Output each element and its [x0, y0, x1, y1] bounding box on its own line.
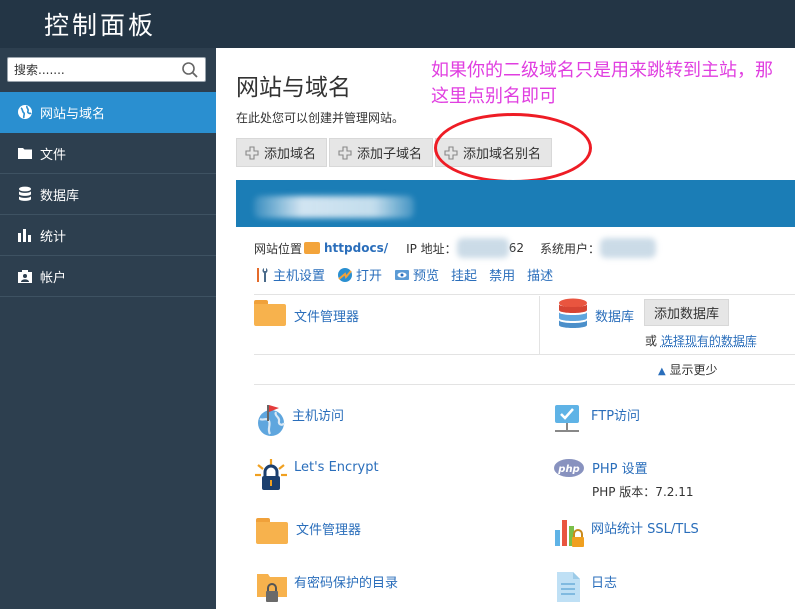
site-info-row: 网站位置 httpdocs/ IP 地址： 62 系统用户： [254, 238, 656, 258]
log-icon [557, 572, 580, 602]
main-content: 网站与域名 在此处您可以创建并管理网站。 如果你的二级域名只是用来跳转到主站，那… [216, 48, 795, 609]
file-manager-tool-2: 文件管理器 [256, 518, 361, 544]
logs-tool: 日志 [553, 570, 617, 604]
divider [254, 384, 795, 385]
file-manager-tool: 文件管理器 [254, 300, 359, 326]
folder-icon [256, 518, 288, 544]
add-database-button[interactable]: 添加数据库 [644, 299, 730, 326]
database-icon [17, 186, 33, 202]
sidebar-item-label: 数据库 [40, 188, 80, 204]
top-bar: 控制面板 [0, 0, 795, 48]
php-settings-link[interactable]: PHP 设置 [592, 458, 693, 477]
globe-icon [338, 267, 353, 282]
app-title: 控制面板 [44, 11, 157, 40]
search-input[interactable] [8, 58, 178, 81]
hosting-settings-link[interactable]: 主机设置 [254, 265, 325, 284]
divider [254, 354, 795, 355]
bar-chart-icon [17, 227, 33, 243]
sidebar-item-label: 统计 [40, 229, 67, 245]
hosting-access-tool: 主机访问 [254, 403, 344, 437]
document-root-link[interactable]: httpdocs/ [324, 241, 388, 255]
sidebar-item-websites-domains[interactable]: 网站与域名 [0, 92, 216, 133]
php-settings-tool: php PHP 设置 PHP 版本：7.2.11 [553, 458, 693, 500]
folder-icon [304, 242, 321, 254]
sidebar-item-account[interactable]: 帐户 [0, 256, 216, 297]
sidebar-item-label: 文件 [40, 147, 67, 163]
domain-card-header [236, 180, 795, 227]
divider [254, 294, 795, 295]
ftp-access-link[interactable]: FTP访问 [591, 405, 640, 424]
lets-encrypt-icon [255, 459, 287, 490]
preview-link[interactable]: 预览 [394, 265, 439, 284]
add-domain-label: 添加域名 [264, 147, 317, 162]
redacted-ip [456, 238, 509, 258]
folder-icon [17, 145, 33, 161]
open-site-link[interactable]: 打开 [337, 265, 382, 284]
web-stats-tool: 网站统计 SSL/TLS [553, 516, 699, 550]
sidebar-item-databases[interactable]: 数据库 [0, 174, 216, 215]
or-label: 或 [645, 334, 658, 348]
disable-link[interactable]: 禁用 [489, 265, 515, 284]
add-subdomain-label: 添加子域名 [357, 147, 423, 162]
show-less-toggle[interactable]: ▲ 显示更少 [658, 361, 718, 378]
ftp-access-tool: FTP访问 [553, 403, 640, 437]
databases-tool: 数据库 [558, 298, 634, 330]
add-domain-button[interactable]: 添加域名 [236, 138, 328, 167]
lets-encrypt-link[interactable]: Let's Encrypt [294, 460, 379, 475]
database-icon [559, 298, 587, 328]
chevron-up-icon: ▲ [658, 366, 666, 377]
php-icon: php [554, 459, 584, 477]
ip-value: 62 [508, 241, 524, 255]
annotation-note: 如果你的二级域名只是用来跳转到主站，那这里点别名即可 [431, 60, 773, 107]
sidebar-nav: 网站与域名 文件 数据库 统计 帐户 [0, 92, 216, 297]
divider [539, 296, 540, 354]
search-icon[interactable] [181, 61, 199, 79]
plus-icon [338, 145, 352, 160]
globe-flag-icon [258, 405, 286, 436]
site-actions: 主机设置 打开 预览 挂起 禁用 描述 [254, 265, 553, 284]
svg-text:php: php [557, 464, 579, 475]
tools-icon [257, 267, 268, 282]
php-version: PHP 版本：7.2.11 [592, 485, 694, 499]
web-stats-link[interactable]: 网站统计 SSL/TLS [591, 518, 699, 537]
ftp-icon [555, 405, 579, 432]
search-box[interactable] [7, 57, 206, 82]
lets-encrypt-tool: Let's Encrypt [254, 458, 379, 492]
system-user-label: 系统用户： [539, 241, 600, 256]
suspend-link[interactable]: 挂起 [451, 265, 477, 284]
highlight-circle [434, 113, 592, 183]
file-manager-link-2[interactable]: 文件管理器 [296, 519, 361, 538]
sidebar: 网站与域名 文件 数据库 统计 帐户 [0, 48, 216, 609]
sidebar-item-statistics[interactable]: 统计 [0, 215, 216, 256]
stats-ssl-icon [555, 520, 584, 547]
sidebar-item-label: 网站与域名 [40, 106, 106, 122]
sidebar-item-files[interactable]: 文件 [0, 133, 216, 174]
hosting-access-link[interactable]: 主机访问 [292, 405, 344, 424]
add-subdomain-button[interactable]: 添加子域名 [329, 138, 434, 167]
databases-link[interactable]: 数据库 [595, 306, 634, 325]
preview-icon [395, 269, 410, 280]
account-icon [17, 268, 33, 284]
show-less-label: 显示更少 [669, 363, 718, 377]
select-existing-database-link[interactable]: 选择现有的数据库 [661, 334, 757, 348]
select-db-line: 或 选择现有的数据库 [645, 332, 757, 349]
locked-folder-icon [257, 574, 287, 602]
plus-icon [245, 145, 259, 160]
location-label: 网站位置 [254, 241, 303, 256]
sidebar-item-label: 帐户 [40, 270, 67, 286]
redacted-domain-name [254, 196, 414, 218]
page-title: 网站与域名 [236, 75, 351, 101]
globe-icon [17, 104, 33, 120]
password-dirs-link[interactable]: 有密码保护的目录 [294, 572, 398, 591]
redacted-system-user [599, 238, 656, 258]
logs-link[interactable]: 日志 [591, 572, 617, 591]
description-link[interactable]: 描述 [527, 265, 553, 284]
page-description: 在此处您可以创建并管理网站。 [236, 111, 405, 125]
password-dirs-tool: 有密码保护的目录 [256, 571, 398, 603]
file-manager-link[interactable]: 文件管理器 [294, 306, 359, 325]
ip-label: IP 地址： [406, 241, 457, 256]
folder-icon [254, 300, 286, 326]
